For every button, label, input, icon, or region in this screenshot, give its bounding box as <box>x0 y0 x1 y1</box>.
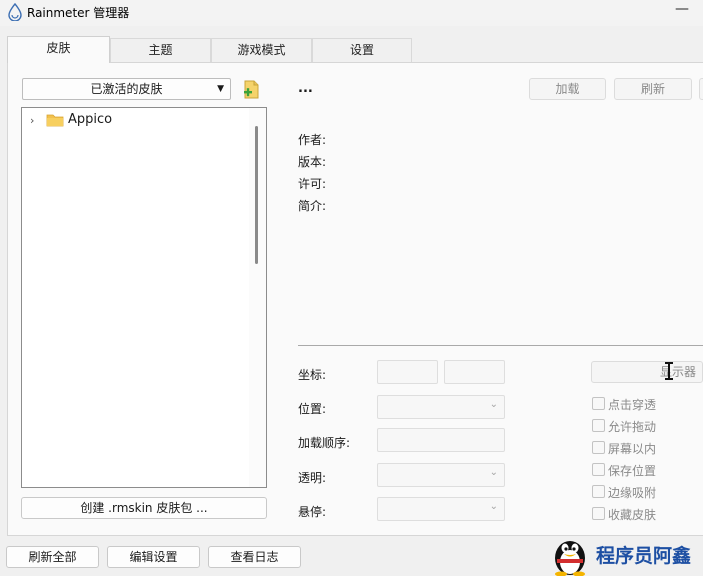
coordinate-x-input[interactable] <box>377 360 438 384</box>
transparency-label: 透明: <box>298 471 327 485</box>
section-divider <box>298 345 703 346</box>
chevron-down-icon: ⌄ <box>489 467 498 478</box>
hover-label: 悬停: <box>298 505 327 519</box>
create-rmskin-button[interactable]: 创建 .rmskin 皮肤包 ... <box>21 497 267 519</box>
view-log-button[interactable]: 查看日志 <box>208 546 301 568</box>
load-order-label: 加载顺序: <box>298 436 351 450</box>
skin-filter-value: 已激活的皮肤 <box>90 82 163 96</box>
text-cursor-icon <box>665 362 673 380</box>
position-dropdown[interactable]: ⌄ <box>377 395 505 419</box>
more-button[interactable] <box>699 78 703 100</box>
load-button[interactable]: 加载 <box>529 78 606 100</box>
rainmeter-logo-icon <box>8 3 22 21</box>
save-position-label: 保存位置 <box>608 464 657 478</box>
add-skin-icon[interactable] <box>243 80 260 99</box>
load-order-input[interactable] <box>377 428 505 452</box>
skin-tree[interactable] <box>21 107 267 488</box>
keep-on-screen-label: 屏幕以内 <box>608 442 657 456</box>
watermark-text: 程序员阿鑫 <box>596 545 692 567</box>
refresh-all-button[interactable]: 刷新全部 <box>6 546 99 568</box>
snap-edges-label: 边缘吸附 <box>608 486 657 500</box>
version-label: 版本: <box>298 155 327 169</box>
selected-skin-name: ... <box>298 81 313 96</box>
chevron-right-icon[interactable]: › <box>30 114 34 127</box>
tree-scroll-thumb[interactable] <box>255 126 258 264</box>
tab-themes[interactable]: 主题 <box>110 38 211 62</box>
dropdown-arrow-icon: ▼ <box>217 84 224 94</box>
chevron-down-icon: ⌄ <box>489 399 498 410</box>
coordinate-y-input[interactable] <box>444 360 505 384</box>
description-label: 简介: <box>298 199 327 213</box>
save-position-checkbox[interactable] <box>592 463 605 476</box>
click-through-checkbox[interactable] <box>592 397 605 410</box>
display-monitor-button[interactable]: 显示器 <box>591 361 703 383</box>
keep-on-screen-checkbox[interactable] <box>592 441 605 454</box>
edit-settings-button[interactable]: 编辑设置 <box>107 546 200 568</box>
refresh-button[interactable]: 刷新 <box>614 78 692 100</box>
hover-dropdown[interactable]: ⌄ <box>377 497 505 521</box>
click-through-label: 点击穿透 <box>608 398 657 412</box>
folder-icon <box>46 114 64 127</box>
tab-game-mode[interactable]: 游戏模式 <box>211 38 312 62</box>
license-label: 许可: <box>298 177 327 191</box>
penguin-icon <box>555 541 585 576</box>
author-label: 作者: <box>298 133 327 147</box>
tab-skins[interactable]: 皮肤 <box>7 36 110 63</box>
tree-item-appico[interactable]: Appico <box>68 112 112 127</box>
draggable-label: 允许拖动 <box>608 420 657 434</box>
chevron-down-icon: ⌄ <box>489 501 498 512</box>
skin-filter-dropdown[interactable]: 已激活的皮肤 ▼ <box>22 78 231 100</box>
favorite-label: 收藏皮肤 <box>608 508 657 522</box>
tab-settings[interactable]: 设置 <box>312 38 412 62</box>
favorite-checkbox[interactable] <box>592 507 605 520</box>
draggable-checkbox[interactable] <box>592 419 605 432</box>
transparency-dropdown[interactable]: ⌄ <box>377 463 505 487</box>
coordinates-label: 坐标: <box>298 368 327 382</box>
window-title: Rainmeter 管理器 <box>27 6 130 20</box>
minimize-button[interactable]: — <box>672 0 692 22</box>
snap-edges-checkbox[interactable] <box>592 485 605 498</box>
position-label: 位置: <box>298 402 327 416</box>
